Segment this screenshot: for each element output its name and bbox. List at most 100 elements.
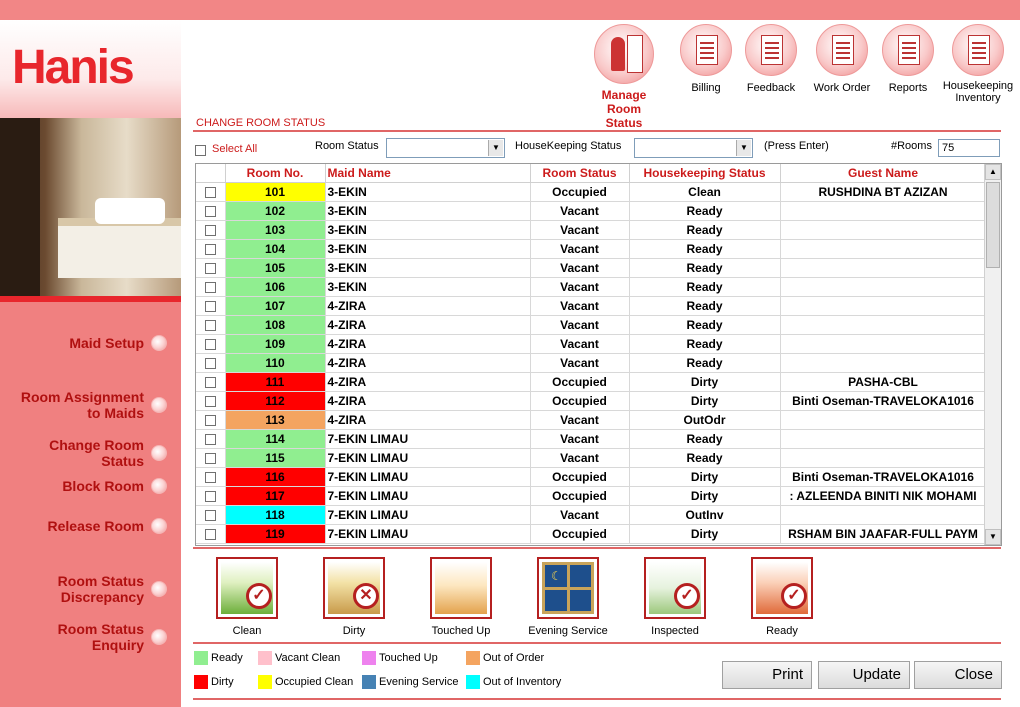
room-no-cell: 113 xyxy=(225,410,326,430)
scroll-down-icon[interactable]: ▼ xyxy=(985,529,1001,545)
table-row[interactable]: 108 4-ZIRA Vacant Ready xyxy=(196,315,987,335)
table-row[interactable]: 103 3-EKIN Vacant Ready xyxy=(196,220,987,240)
row-checkbox[interactable] xyxy=(196,182,226,202)
maid-name-cell: 4-ZIRA xyxy=(325,391,531,411)
col-room-status[interactable]: Room Status xyxy=(530,164,630,183)
table-row[interactable]: 110 4-ZIRA Vacant Ready xyxy=(196,353,987,373)
col-room-no[interactable]: Room No. xyxy=(225,164,326,183)
rooms-count-input[interactable]: 75 xyxy=(938,139,1000,157)
set-inspected-button[interactable]: ✓ xyxy=(644,557,706,619)
maid-name-cell: 4-ZIRA xyxy=(325,296,531,316)
row-checkbox[interactable] xyxy=(196,467,226,487)
row-checkbox[interactable] xyxy=(196,410,226,430)
maid-name-cell: 3-EKIN xyxy=(325,277,531,297)
table-row[interactable]: 111 4-ZIRA Occupied Dirty PASHA-CBL xyxy=(196,372,987,392)
set-clean-button[interactable]: ✓ xyxy=(216,557,278,619)
row-checkbox[interactable] xyxy=(196,353,226,373)
maid-name-cell: 3-EKIN xyxy=(325,258,531,278)
row-checkbox[interactable] xyxy=(196,486,226,506)
row-checkbox[interactable] xyxy=(196,315,226,335)
table-row[interactable]: 112 4-ZIRA Occupied Dirty Binti Oseman-TRAVE… xyxy=(196,391,987,411)
row-checkbox[interactable] xyxy=(196,220,226,240)
nav-reports[interactable]: Reports xyxy=(878,24,938,94)
row-checkbox[interactable] xyxy=(196,429,226,449)
set-touched-up-button[interactable] xyxy=(430,557,492,619)
page-title: CHANGE ROOM STATUS xyxy=(196,117,326,129)
sidebar-item-label: Room Assignment to Maids xyxy=(20,389,144,421)
nav-work-order[interactable]: Work Order xyxy=(809,24,875,94)
table-row[interactable]: 116 7-EKIN LIMAU Occupied Dirty Binti Oseman… xyxy=(196,467,987,487)
print-button[interactable]: Print xyxy=(722,661,812,689)
row-checkbox[interactable] xyxy=(196,258,226,278)
nav-feedback[interactable]: Feedback xyxy=(740,24,802,94)
sidebar-item-maid-setup[interactable]: Maid Setup xyxy=(0,335,181,351)
col-housekeeping-status[interactable]: Housekeeping Status xyxy=(629,164,781,183)
table-row[interactable]: 118 7-EKIN LIMAU Vacant OutInv xyxy=(196,505,987,525)
housekeeping-status-cell: Ready xyxy=(629,220,781,240)
nav-housekeeping-inventory[interactable]: Housekeeping Inventory xyxy=(940,24,1016,104)
room-status-cell: Vacant xyxy=(530,448,630,468)
set-dirty-button[interactable]: ✕ xyxy=(323,557,385,619)
room-status-cell: Vacant xyxy=(530,410,630,430)
room-status-dropdown[interactable]: ▼ xyxy=(386,138,505,158)
sidebar-item-label: Release Room xyxy=(47,518,144,534)
table-row[interactable]: 119 7-EKIN LIMAU Occupied Dirty RSHAM BIN JA… xyxy=(196,524,987,544)
table-row[interactable]: 117 7-EKIN LIMAU Occupied Dirty: AZLEENDA B… xyxy=(196,486,987,506)
row-checkbox[interactable] xyxy=(196,239,226,259)
update-button[interactable]: Update xyxy=(818,661,910,689)
table-row[interactable]: 107 4-ZIRA Vacant Ready xyxy=(196,296,987,316)
bullet-icon xyxy=(151,518,167,534)
table-row[interactable]: 101 3-EKIN Occupied Clean RUSHDINA BT AZIZAN xyxy=(196,182,987,202)
bullet-icon xyxy=(151,581,167,597)
sidebar-item-block-room[interactable]: Block Room xyxy=(0,478,181,494)
touched-up-icon xyxy=(435,562,487,614)
col-maid-name[interactable]: Maid Name xyxy=(325,164,531,183)
table-row[interactable]: 104 3-EKIN Vacant Ready xyxy=(196,239,987,259)
press-enter-hint: (Press Enter) xyxy=(764,140,829,152)
room-status-cell: Vacant xyxy=(530,258,630,278)
guest-name-cell xyxy=(780,315,987,335)
row-checkbox[interactable] xyxy=(196,448,226,468)
room-no-cell: 119 xyxy=(225,524,326,544)
legend-swatch xyxy=(466,651,480,665)
col-guest-name[interactable]: Guest Name xyxy=(780,164,987,183)
row-checkbox[interactable] xyxy=(196,334,226,354)
select-all-checkbox[interactable] xyxy=(195,144,206,156)
row-checkbox[interactable] xyxy=(196,201,226,221)
set-evening-service-button[interactable]: ☾ xyxy=(537,557,599,619)
sidebar-item-release-room[interactable]: Release Room xyxy=(0,518,181,534)
table-row[interactable]: 105 3-EKIN Vacant Ready xyxy=(196,258,987,278)
guest-name-cell xyxy=(780,334,987,354)
housekeeping-status-dropdown[interactable]: ▼ xyxy=(634,138,753,158)
table-row[interactable]: 115 7-EKIN LIMAU Vacant Ready xyxy=(196,448,987,468)
table-row[interactable]: 109 4-ZIRA Vacant Ready xyxy=(196,334,987,354)
nav-manage-room-status[interactable]: Manage Room Status xyxy=(586,24,662,130)
dirty-label: Dirty xyxy=(342,625,366,637)
room-status-cell: Occupied xyxy=(530,391,630,411)
row-checkbox[interactable] xyxy=(196,505,226,525)
close-button[interactable]: Close xyxy=(914,661,1002,689)
nav-billing[interactable]: Billing xyxy=(676,24,736,94)
table-row[interactable]: 113 4-ZIRA Vacant OutOdr xyxy=(196,410,987,430)
set-ready-button[interactable]: ✓ xyxy=(751,557,813,619)
row-checkbox[interactable] xyxy=(196,296,226,316)
filter-bar: Select All Room Status ▼ HouseKeeping St… xyxy=(193,137,1003,161)
sidebar-item-change-room-status[interactable]: Change Room Status xyxy=(0,421,181,485)
row-checkbox[interactable] xyxy=(196,391,226,411)
table-row[interactable]: 106 3-EKIN Vacant Ready xyxy=(196,277,987,297)
row-checkbox[interactable] xyxy=(196,372,226,392)
scroll-thumb[interactable] xyxy=(986,182,1000,268)
housekeeping-status-cell: Dirty xyxy=(629,372,781,392)
room-no-cell: 114 xyxy=(225,429,326,449)
table-row[interactable]: 102 3-EKIN Vacant Ready xyxy=(196,201,987,221)
row-checkbox[interactable] xyxy=(196,277,226,297)
rooms-count-label: #Rooms xyxy=(891,140,932,152)
sidebar-item-room-status-enquiry[interactable]: Room Status Enquiry xyxy=(0,605,181,669)
hanis-logo: Hanis xyxy=(12,41,135,94)
room-status-cell: Vacant xyxy=(530,353,630,373)
housekeeping-status-cell: Dirty xyxy=(629,391,781,411)
table-row[interactable]: 114 7-EKIN LIMAU Vacant Ready xyxy=(196,429,987,449)
scroll-up-icon[interactable]: ▲ xyxy=(985,164,1001,180)
row-checkbox[interactable] xyxy=(196,524,226,544)
grid-scrollbar[interactable]: ▲ ▼ xyxy=(984,164,1001,545)
